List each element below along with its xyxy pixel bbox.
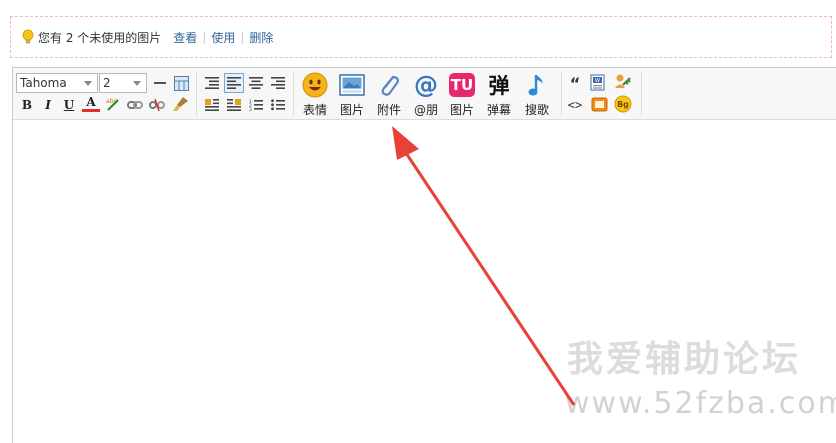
align-center-icon[interactable] (247, 74, 265, 92)
align-right-icon[interactable] (269, 74, 287, 92)
danmaku-icon: 弹 (485, 72, 513, 98)
svg-text:@: @ (414, 72, 438, 98)
search-song-button[interactable]: 搜歌 (521, 72, 553, 117)
music-note-icon (523, 72, 551, 98)
view-link[interactable]: 查看 (173, 29, 197, 46)
emoji-label: 表情 (302, 103, 327, 117)
font-family-select[interactable]: Tahoma (16, 73, 98, 93)
underline-button[interactable]: U (60, 96, 78, 114)
font-size-value: 2 (103, 76, 111, 90)
indent-icon[interactable] (203, 74, 221, 92)
chevron-down-icon (133, 81, 141, 86)
quote-button[interactable]: “ (566, 74, 584, 93)
editor-toolbar: Tahoma 2 B I U A abc 1 2 3 表情 图片 附件 @ @朋… (13, 68, 836, 120)
mention-friend-button[interactable]: @ @朋 (410, 72, 442, 117)
lightbulb-icon (21, 29, 35, 45)
float-left-icon[interactable] (203, 96, 221, 114)
toolbar-separator (641, 72, 642, 116)
float-right-icon[interactable] (225, 96, 243, 114)
attachment-button[interactable]: 附件 (373, 72, 405, 117)
horizontal-rule-button[interactable] (151, 74, 169, 92)
at-icon: @ (412, 72, 440, 98)
delete-link[interactable]: 删除 (249, 29, 273, 46)
paperclip-icon (375, 72, 403, 98)
font-family-value: Tahoma (20, 76, 67, 90)
danmaku-glyph: 弹 (488, 74, 510, 98)
image-icon (338, 72, 366, 98)
danmaku-label: 弹幕 (486, 103, 511, 117)
separator: | (240, 30, 245, 44)
chevron-down-icon (84, 81, 92, 86)
image-label: 图片 (339, 103, 364, 117)
tu-image-label: 图片 (449, 103, 474, 117)
unused-images-notice: 您有 2 个未使用的图片 查看 | 使用 | 删除 (10, 16, 832, 58)
align-left-button[interactable] (224, 73, 244, 93)
link-icon[interactable] (126, 96, 144, 114)
bold-button[interactable]: B (18, 96, 36, 114)
toolbar-separator (561, 72, 562, 116)
tu-glyph: TU (450, 76, 474, 94)
unordered-list-icon[interactable] (269, 96, 287, 114)
tu-image-button[interactable]: TU 图片 (446, 72, 478, 117)
code-button[interactable]: <> (566, 96, 584, 114)
unlink-icon[interactable] (148, 96, 166, 114)
media-icon[interactable] (590, 95, 608, 113)
svg-text:3: 3 (249, 107, 252, 111)
use-link[interactable]: 使用 (211, 29, 235, 46)
word-paste-icon[interactable]: W (589, 73, 607, 91)
watermark-url: www.52fzba.com (565, 386, 836, 421)
bg-glyph: Bg (617, 99, 629, 109)
danmaku-button[interactable]: 弹 弹幕 (483, 72, 515, 117)
separator: | (202, 30, 207, 44)
table-button[interactable] (172, 74, 190, 92)
font-size-select[interactable]: 2 (99, 73, 147, 93)
italic-button[interactable]: I (39, 96, 57, 114)
toolbar-separator (196, 72, 197, 116)
user-key-icon[interactable] (614, 73, 632, 91)
font-color-button[interactable]: A (82, 94, 100, 112)
tu-image-icon: TU (448, 72, 476, 98)
watermark-title: 我爱辅助论坛 (567, 339, 802, 380)
attachment-label: 附件 (376, 103, 401, 117)
clear-format-brush-icon[interactable] (171, 95, 189, 113)
notice-text: 您有 2 个未使用的图片 (38, 30, 162, 45)
mention-friend-label: @朋 (413, 103, 438, 117)
smiley-icon (301, 72, 329, 98)
search-song-label: 搜歌 (524, 103, 549, 117)
image-button[interactable]: 图片 (336, 72, 368, 117)
emoji-button[interactable]: 表情 (299, 72, 331, 117)
toolbar-separator (293, 72, 294, 116)
spellcheck-icon[interactable]: abc (104, 96, 122, 114)
svg-text:W: W (595, 78, 600, 84)
ordered-list-icon[interactable]: 123 (247, 96, 265, 114)
background-button[interactable]: Bg (614, 95, 632, 113)
